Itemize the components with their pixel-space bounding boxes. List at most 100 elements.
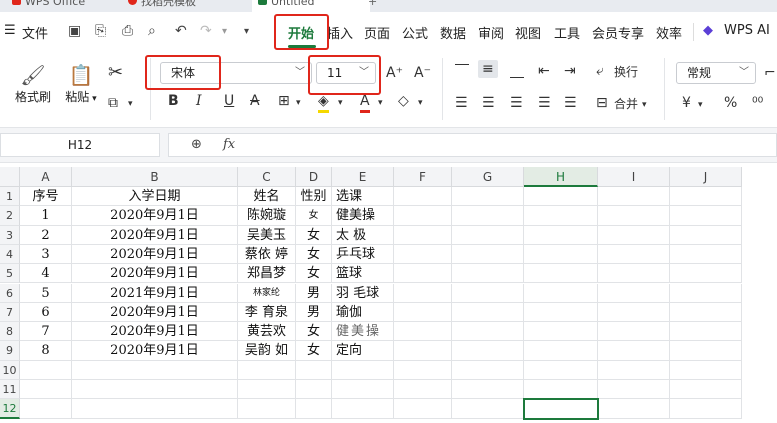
distribute-icon[interactable]: ☰ [564, 94, 577, 112]
export-icon[interactable]: ⎘ [95, 23, 106, 39]
cell-a1[interactable]: 序号 [20, 187, 72, 207]
cell-i8[interactable] [598, 322, 670, 342]
column-header-f[interactable]: F [394, 167, 452, 187]
cell-j12[interactable] [670, 399, 742, 419]
cell-g11[interactable] [452, 380, 524, 400]
redo-icon[interactable]: ↷ [200, 23, 212, 39]
cell-h3[interactable] [524, 225, 598, 245]
cell-j11[interactable] [670, 380, 742, 400]
cell-d8[interactable]: 女 [296, 322, 332, 342]
column-header-c[interactable]: C [238, 167, 296, 187]
cell-g8[interactable] [452, 322, 524, 342]
row-header-6[interactable]: 6 [0, 283, 20, 303]
cell-h7[interactable] [524, 302, 598, 323]
fill-dropdown-icon[interactable]: ▾ [338, 94, 343, 112]
cell-a12[interactable] [20, 399, 72, 419]
select-all-corner[interactable] [0, 167, 20, 187]
cut-icon[interactable]: ✂ [108, 64, 123, 82]
cell-e9[interactable]: 定向 [332, 341, 394, 361]
clear-format-icon[interactable]: ◇ [398, 92, 409, 110]
cell-f1[interactable] [394, 187, 452, 207]
increase-font-icon[interactable]: A⁺ [386, 64, 403, 82]
cell-e5[interactable]: 篮球 [332, 264, 394, 284]
italic-icon[interactable]: I [196, 92, 202, 110]
cell-c8[interactable]: 黄芸欢 [238, 322, 296, 342]
cell-h11[interactable] [524, 380, 598, 400]
cell-c9[interactable]: 吴韵 如 [238, 341, 296, 361]
clear-dropdown-icon[interactable]: ▾ [418, 94, 423, 112]
cell-i6[interactable] [598, 283, 670, 303]
merge-dropdown-icon[interactable]: ▾ [642, 96, 647, 114]
cell-d4[interactable]: 女 [296, 244, 332, 265]
cell-a4[interactable]: 3 [20, 244, 72, 265]
cell-h9[interactable] [524, 341, 598, 361]
cell-i12[interactable] [598, 399, 670, 419]
thousands-icon[interactable]: ⁰⁰ [752, 94, 763, 112]
cell-c10[interactable] [238, 360, 296, 380]
cell-b6[interactable]: 2021年9月1日 [72, 283, 238, 303]
cell-c4[interactable]: 蔡依 婷 [238, 244, 296, 265]
cell-b5[interactable]: 2020年9月1日 [72, 264, 238, 284]
menu-toggle-icon[interactable]: ☰ [4, 23, 16, 38]
strikethrough-icon[interactable]: A [250, 92, 260, 110]
cell-c1[interactable]: 姓名 [238, 187, 296, 207]
row-header-4[interactable]: 4 [0, 244, 20, 265]
row-header-12[interactable]: 12 [0, 399, 20, 419]
cell-b9[interactable]: 2020年9月1日 [72, 341, 238, 361]
menu-page[interactable]: 页面 [364, 23, 390, 42]
copy-icon[interactable]: ⧉ [108, 94, 118, 112]
cell-g12[interactable] [452, 399, 524, 419]
merge-icon[interactable]: ⊟ [596, 94, 608, 112]
cell-e7[interactable]: 瑜伽 [332, 302, 394, 323]
cell-h1[interactable] [524, 187, 598, 207]
menu-file[interactable]: 文件 [22, 23, 48, 42]
cell-e8[interactable]: 健美操 [332, 322, 394, 342]
cell-a5[interactable]: 4 [20, 264, 72, 284]
cell-e1[interactable]: 选课 [332, 187, 394, 207]
cell-j8[interactable] [670, 322, 742, 342]
cell-a11[interactable] [20, 380, 72, 400]
cell-j9[interactable] [670, 341, 742, 361]
cell-b1[interactable]: 入学日期 [72, 187, 238, 207]
number-format-combo[interactable]: 常规 ﹀ [676, 62, 756, 84]
cell-h10[interactable] [524, 360, 598, 380]
cell-a3[interactable]: 2 [20, 225, 72, 245]
row-header-9[interactable]: 9 [0, 341, 20, 361]
copy-dropdown-icon[interactable]: ▾ [128, 95, 133, 113]
cell-a8[interactable]: 7 [20, 322, 72, 342]
cell-g5[interactable] [452, 264, 524, 284]
fill-color-icon[interactable]: ◈ [318, 92, 329, 113]
cell-d9[interactable]: 女 [296, 341, 332, 361]
column-header-b[interactable]: B [72, 167, 238, 187]
menu-wps-ai[interactable]: WPS AI [724, 23, 770, 38]
cell-i5[interactable] [598, 264, 670, 284]
decrease-font-icon[interactable]: A⁻ [414, 64, 431, 82]
cell-b8[interactable]: 2020年9月1日 [72, 322, 238, 342]
formula-input-area[interactable]: ⊕ fx [168, 133, 777, 157]
cell-j1[interactable] [670, 187, 742, 207]
new-tab-button[interactable]: + [368, 0, 377, 12]
format-painter-button[interactable]: 🖌 格式刷 [12, 62, 54, 105]
tab-untitled[interactable]: Untitled [252, 0, 370, 12]
cell-i7[interactable] [598, 302, 670, 323]
cell-g4[interactable] [452, 244, 524, 265]
column-header-d[interactable]: D [296, 167, 332, 187]
row-header-1[interactable]: 1 [0, 187, 20, 207]
cell-i11[interactable] [598, 380, 670, 400]
cell-b4[interactable]: 2020年9月1日 [72, 244, 238, 265]
percent-icon[interactable]: % [724, 94, 737, 112]
row-header-3[interactable]: 3 [0, 225, 20, 245]
cell-i2[interactable] [598, 206, 670, 226]
cell-f11[interactable] [394, 380, 452, 400]
menu-tools[interactable]: 工具 [554, 23, 580, 42]
row-header-7[interactable]: 7 [0, 302, 20, 323]
cell-c2[interactable]: 陈婉璇 [238, 206, 296, 226]
currency-icon[interactable]: ¥ [682, 94, 691, 112]
cell-j3[interactable] [670, 225, 742, 245]
cell-j4[interactable] [670, 244, 742, 265]
cell-d6[interactable]: 男 [296, 283, 332, 303]
cell-b3[interactable]: 2020年9月1日 [72, 225, 238, 245]
align-right-icon[interactable]: ☰ [510, 94, 523, 112]
name-box[interactable]: H12 [0, 133, 160, 157]
underline-icon[interactable]: U [224, 92, 234, 110]
